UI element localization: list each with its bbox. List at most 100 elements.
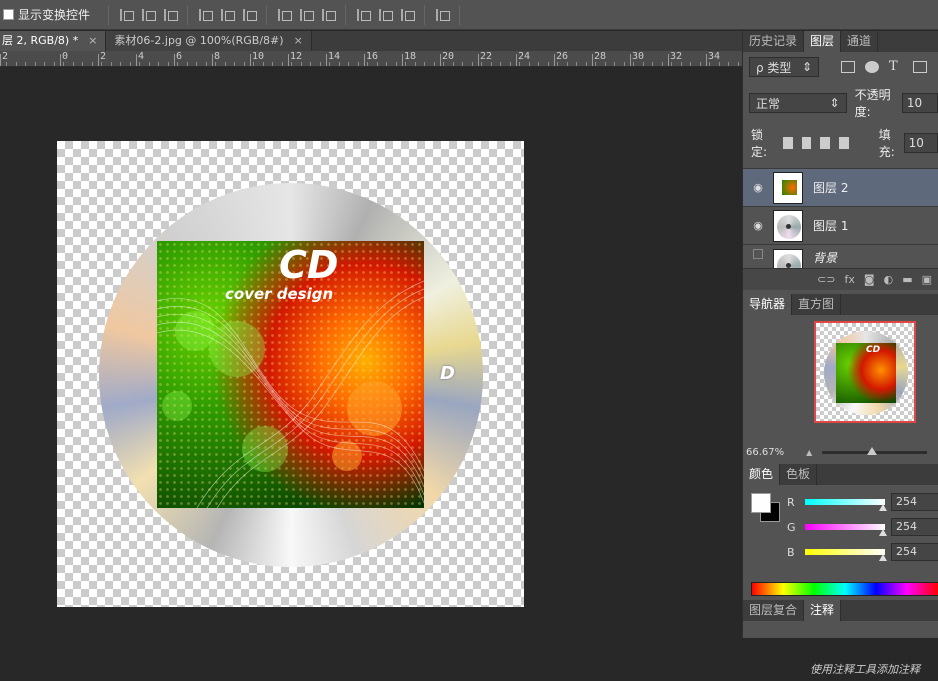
text-filter-icon[interactable]: T: [889, 60, 903, 73]
distribute-right-icon[interactable]: [399, 7, 416, 23]
zoom-slider[interactable]: [822, 446, 928, 455]
blend-mode-select[interactable]: 正常 ⇕: [749, 93, 847, 113]
red-value-input[interactable]: 254: [891, 493, 938, 511]
ruler-minor-tick: [718, 62, 720, 66]
ruler-minor-tick: [709, 62, 710, 66]
new-layer-icon[interactable]: ▣: [922, 273, 932, 286]
distribute-bottom-icon[interactable]: [320, 7, 337, 23]
ruler-minor-tick: [272, 62, 273, 66]
tab-navigator[interactable]: 导航器: [743, 294, 793, 315]
navigator-thumbnail[interactable]: CD: [814, 321, 916, 423]
close-icon[interactable]: ×: [294, 31, 303, 51]
layer-row-layer2[interactable]: ◉ 图层 2: [743, 168, 938, 206]
eye-icon[interactable]: [743, 249, 773, 262]
divider: [266, 4, 268, 25]
layers-footer: ⊂⊃ fx ◙ ◐ ▬ ▣: [743, 268, 938, 290]
document-canvas[interactable]: D CD cover design: [57, 141, 524, 607]
opacity-input[interactable]: 10: [901, 93, 938, 113]
ruler-minor-tick: [633, 62, 634, 66]
ruler-minor-tick: [490, 62, 492, 66]
document-tabs: 层 2, RGB/8) * × 素材06-2.jpg @ 100%(RGB/8#…: [0, 31, 742, 51]
layers-panel-tabs: 历史记录 图层 通道: [743, 31, 938, 52]
green-value-input[interactable]: 254: [891, 518, 938, 536]
tab-histogram[interactable]: 直方图: [792, 294, 842, 315]
slider-knob[interactable]: [879, 504, 887, 511]
canvas-area[interactable]: D CD cover design: [0, 67, 742, 638]
auto-align-icon[interactable]: [434, 7, 451, 23]
ruler-tick-label: 20: [439, 51, 455, 66]
close-icon[interactable]: ×: [88, 31, 97, 51]
align-bottom-icon[interactable]: [162, 7, 179, 23]
green-slider[interactable]: [805, 524, 887, 536]
ruler-tick-label: 12: [287, 51, 303, 66]
align-right-icon[interactable]: [241, 7, 258, 23]
tab-notes[interactable]: 注释: [804, 600, 842, 621]
adjustment-icon[interactable]: ◐: [884, 273, 894, 286]
blue-slider[interactable]: [805, 549, 887, 561]
tab-channels[interactable]: 通道: [841, 31, 879, 52]
ruler-tick-label: 8: [211, 51, 221, 66]
folder-icon[interactable]: ▬: [902, 273, 912, 286]
ruler-minor-tick: [509, 62, 511, 66]
distribute-vcenter-icon[interactable]: [298, 7, 315, 23]
lock-label: 锁定:: [751, 128, 768, 159]
distribute-left-icon[interactable]: [355, 7, 372, 23]
slider-knob[interactable]: [879, 529, 887, 536]
eye-icon[interactable]: ◉: [743, 219, 773, 232]
distribute-top-icon[interactable]: [276, 7, 293, 23]
fx-icon[interactable]: fx: [845, 273, 855, 286]
align-hcenter-icon[interactable]: [219, 7, 236, 23]
lock-all-icon[interactable]: [839, 137, 849, 149]
channel-label: R: [787, 495, 795, 509]
distribute-hcenter-icon[interactable]: [377, 7, 394, 23]
ruler-tick-label: 0: [59, 51, 69, 66]
ruler-minor-tick: [196, 62, 197, 66]
zoom-value[interactable]: 66.67%: [746, 447, 784, 458]
ruler-minor-tick: [576, 62, 577, 66]
fill-input[interactable]: 10: [903, 133, 938, 153]
color-spectrum-bar[interactable]: [751, 582, 938, 596]
adjustment-filter-icon[interactable]: [865, 61, 879, 73]
ruler-minor-tick: [376, 62, 378, 66]
ruler-minor-tick: [158, 62, 159, 66]
tab-swatches[interactable]: 色板: [780, 464, 818, 485]
red-slider[interactable]: [805, 499, 887, 511]
image-filter-icon[interactable]: [841, 61, 855, 73]
lock-position-icon[interactable]: [820, 137, 831, 149]
tab-layers[interactable]: 图层: [804, 31, 842, 52]
lock-pixels-icon[interactable]: [801, 137, 812, 149]
horizontal-ruler[interactable]: 2 0 2 4 6 8 10 12 14 16 18 20 22 24 26 28 30 32 34: [0, 51, 742, 67]
layer-filter-select[interactable]: ρ 类型 ⇕: [749, 57, 819, 77]
disc-logo: D: [440, 363, 455, 384]
layer-thumbnail: [773, 171, 803, 204]
ruler-minor-tick: [452, 62, 454, 66]
ruler-tick-label: 18: [401, 51, 417, 66]
tab-layer-comps[interactable]: 图层复合: [743, 600, 805, 621]
tab-label: 素材06-2.jpg @ 100%(RGB/8#): [114, 34, 284, 47]
divider: [459, 4, 461, 25]
lock-transparent-icon[interactable]: [782, 137, 793, 149]
slider-knob[interactable]: [879, 554, 887, 561]
layer-name: 图层 1: [813, 219, 849, 233]
zoom-slider-knob[interactable]: [867, 446, 878, 455]
eye-icon[interactable]: ◉: [743, 181, 773, 194]
align-left-icon[interactable]: [197, 7, 214, 23]
show-transform-checkbox[interactable]: [3, 9, 14, 20]
ruler-minor-tick: [424, 62, 425, 66]
foreground-color-swatch[interactable]: [751, 493, 771, 513]
shape-filter-icon[interactable]: [913, 61, 927, 73]
ruler-tick-label: 14: [325, 51, 341, 66]
tab-color[interactable]: 颜色: [743, 464, 781, 485]
blue-value-input[interactable]: 254: [891, 543, 938, 561]
tab-history[interactable]: 历史记录: [743, 31, 805, 52]
mask-icon[interactable]: ◙: [864, 273, 875, 286]
zoom-out-icon[interactable]: ▲: [806, 448, 812, 457]
layer-thumbnail: [773, 249, 803, 268]
tab-layer2-doc[interactable]: 层 2, RGB/8) * ×: [0, 31, 107, 51]
layer-row-background[interactable]: 背景: [743, 244, 938, 268]
align-top-icon[interactable]: [118, 7, 135, 23]
align-vcenter-icon[interactable]: [140, 7, 157, 23]
tab-material-doc[interactable]: 素材06-2.jpg @ 100%(RGB/8#) ×: [106, 31, 312, 51]
layer-row-layer1[interactable]: ◉ 图层 1: [743, 206, 938, 244]
link-icon[interactable]: ⊂⊃: [817, 273, 835, 286]
